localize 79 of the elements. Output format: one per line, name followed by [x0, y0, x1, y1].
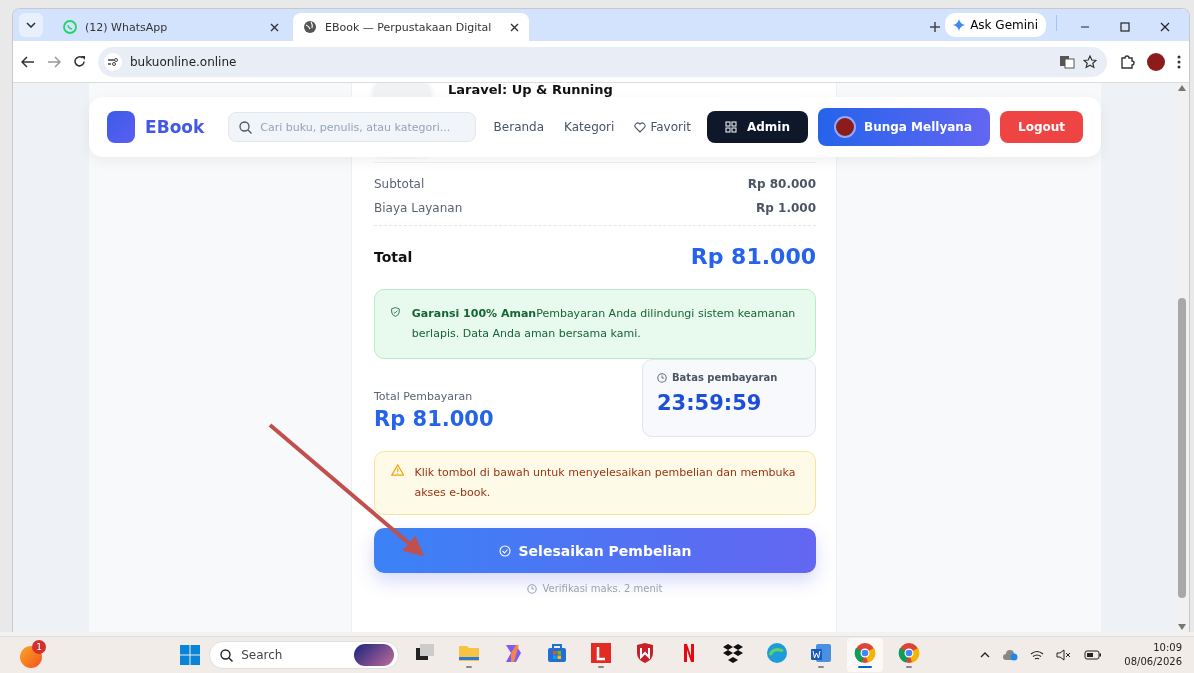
chat-bubble-icon	[63, 20, 77, 34]
cloud-sync-icon[interactable]	[1002, 649, 1019, 661]
verification-note: Verifikasi maks. 2 menit	[542, 583, 663, 594]
total-label: Total	[374, 248, 413, 265]
sparkle-icon	[953, 19, 966, 31]
summary-value: Rp 1.000	[756, 201, 816, 215]
clock[interactable]: 10:09 08/06/2026	[1124, 641, 1182, 669]
search-field[interactable]: Cari buku, penulis, atau kategori...	[228, 112, 476, 142]
logo-mark[interactable]	[107, 111, 136, 143]
close-icon[interactable]	[1159, 21, 1171, 33]
store-bag-icon	[546, 642, 569, 664]
scroll-down-icon[interactable]	[1178, 624, 1186, 630]
new-tab-icon[interactable]	[929, 21, 942, 33]
search-highlight-image	[354, 644, 395, 666]
nav-link[interactable]: Kategori	[564, 120, 615, 134]
admin-button[interactable]: Admin	[706, 111, 808, 143]
tab-list-button[interactable]	[19, 13, 43, 37]
globe-icon	[303, 20, 317, 34]
grid-icon	[724, 121, 737, 133]
payment-label: Total Pembayaran	[374, 390, 474, 403]
summary-label: Subtotal	[374, 177, 425, 191]
nav-link[interactable]: Beranda	[493, 120, 545, 134]
chevron-up-icon[interactable]	[980, 652, 991, 658]
address-bar[interactable]: bukuonline.online	[98, 46, 1107, 77]
check-circle-icon	[498, 544, 511, 557]
ask-gemini-button[interactable]: Ask Gemini	[945, 13, 1046, 37]
book-title: Laravel: Up & Running	[448, 83, 613, 96]
close-icon[interactable]	[270, 22, 279, 32]
warning-icon	[391, 463, 405, 477]
translate-icon[interactable]	[1059, 54, 1075, 69]
windows-start-icon[interactable]	[179, 644, 202, 666]
time-text: 10:09	[1153, 641, 1182, 655]
search-icon	[220, 648, 234, 662]
back-arrow-icon[interactable]	[21, 55, 35, 68]
speaker-muted-icon[interactable]	[1056, 649, 1073, 661]
close-icon[interactable]	[510, 22, 519, 32]
taskbar-search[interactable]: Search	[209, 641, 400, 669]
logout-button[interactable]: Logout	[1000, 111, 1083, 143]
nav-link[interactable]: Favorit	[634, 120, 691, 134]
reload-icon[interactable]	[73, 55, 86, 68]
battery-icon[interactable]	[1084, 650, 1103, 660]
brand-name[interactable]: EBook	[145, 117, 205, 137]
user-avatar	[834, 116, 856, 138]
maximize-icon[interactable]	[1119, 21, 1131, 33]
letter-tile-icon	[590, 642, 613, 664]
box-diamonds-icon	[722, 642, 745, 664]
more-menu-icon[interactable]	[1177, 54, 1181, 69]
scroll-up-icon[interactable]	[1178, 85, 1186, 91]
url-text[interactable]: bukuonline.online	[130, 54, 1051, 69]
deadline-label: Batas pembayaran	[672, 372, 778, 383]
puzzle-icon[interactable]	[1119, 53, 1135, 70]
document-w-icon	[810, 642, 833, 664]
summary-value: Rp 80.000	[747, 177, 816, 191]
heart-icon	[634, 121, 647, 133]
scrollbar-thumb[interactable]	[1178, 297, 1186, 598]
countdown-timer: 23:59:59	[657, 391, 763, 415]
instruction-text: Klik tombol di bawah untuk menyelesaikan pembelian dan membuka akses e-book.	[414, 465, 797, 501]
star-icon[interactable]	[1083, 54, 1097, 69]
total-value: Rp 81.000	[690, 244, 816, 269]
shield-check-icon	[391, 304, 400, 320]
clock-icon	[527, 583, 538, 594]
date-text: 08/06/2026	[1124, 655, 1182, 669]
browser-tab[interactable]: EBook — Perpustakaan Digital	[293, 13, 529, 41]
notification-badge: 1	[32, 640, 46, 654]
user-menu-button[interactable]: Bunga Mellyana	[818, 108, 990, 146]
browser-circle-icon	[898, 642, 921, 664]
forward-arrow-icon[interactable]	[47, 55, 61, 68]
browser-circle-icon	[854, 642, 877, 664]
summary-label: Biaya Layanan	[374, 201, 463, 215]
complete-purchase-button[interactable]: Selesaikan Pembelian	[374, 528, 816, 573]
site-settings-icon[interactable]	[104, 52, 122, 71]
payment-amount: Rp 81.000	[374, 407, 494, 431]
wifi-icon[interactable]	[1030, 649, 1045, 661]
chevron-down-icon	[26, 22, 36, 28]
profile-avatar[interactable]	[1147, 52, 1165, 71]
guarantee-text: Garansi 100% AmanPembayaran Anda dilindungi sistem keamanan berlapis. Data Anda aman bersama kami.	[411, 306, 797, 342]
wave-circle-icon	[766, 642, 789, 664]
browser-tab[interactable]: (12) WhatsApp	[53, 13, 289, 41]
clock-icon	[657, 372, 667, 383]
